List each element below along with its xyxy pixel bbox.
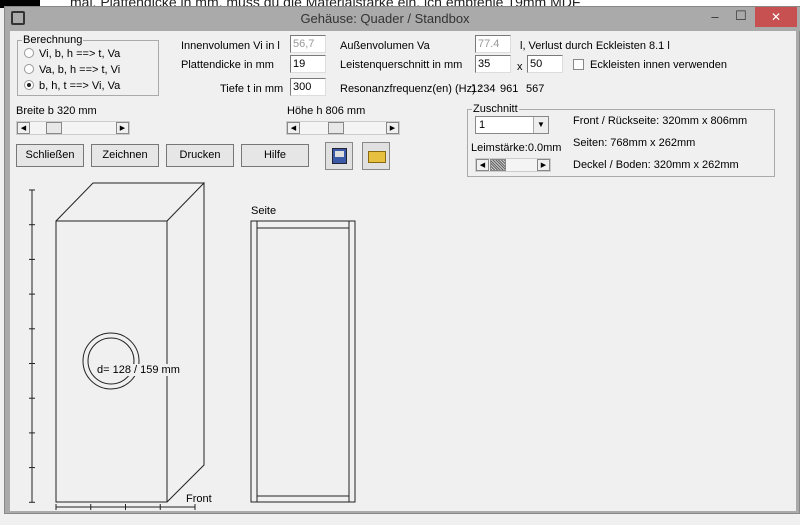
floppy-disk-icon	[332, 148, 347, 164]
front-rueck-dims: Front / Rückseite: 320mm x 806mm	[573, 115, 748, 127]
scroll-right-icon[interactable]: ▶	[116, 122, 129, 134]
leimstaerke-label: Leimstärke:0.0mm	[471, 142, 562, 154]
eckleisten-label: Eckleisten innen verwenden	[590, 59, 727, 71]
open-button[interactable]	[362, 142, 390, 170]
folder-open-icon	[368, 151, 386, 163]
zeichnen-button[interactable]: Zeichnen	[91, 144, 159, 167]
breite-label: Breite b 320 mm	[16, 105, 97, 117]
schliessen-button[interactable]: Schließen	[16, 144, 84, 167]
resonanz-1: 1234	[471, 83, 496, 95]
eckleisten-checkbox[interactable]	[573, 59, 584, 70]
resonanz-label: Resonanzfrequenz(en) (Hz) :	[340, 83, 482, 95]
tiefe-label: Tiefe t in mm	[220, 83, 284, 95]
hilfe-button[interactable]: Hilfe	[241, 144, 309, 167]
minimize-button[interactable]: –	[705, 9, 725, 24]
client-area: Berechnung Vi, b, h ==> t, Va Va, b, h =…	[10, 31, 796, 511]
hoehe-slider[interactable]: ◀ ▶	[286, 121, 400, 135]
seiten-dims: Seiten: 768mm x 262mm	[573, 137, 696, 149]
aussenvolumen-input[interactable]	[475, 35, 511, 53]
times-label: x	[517, 61, 523, 73]
front-label: Front	[186, 493, 212, 505]
radio-va-b-h[interactable]: Va, b, h ==> t, Vi	[24, 64, 120, 76]
resonanz-2: 961	[500, 83, 519, 95]
zuschnitt-select[interactable]: 1 ▼	[475, 116, 549, 134]
aussenvolumen-label: Außenvolumen Va	[340, 40, 430, 52]
radio-vi-b-h[interactable]: Vi, b, h ==> t, Va	[24, 48, 120, 60]
leiste-a-input[interactable]	[475, 55, 511, 73]
hoehe-label: Höhe h 806 mm	[287, 105, 366, 117]
leimstaerke-slider[interactable]: ◀ ▶	[475, 158, 551, 172]
deckel-boden-dims: Deckel / Boden: 320mm x 262mm	[573, 159, 739, 171]
save-button[interactable]	[325, 142, 353, 170]
scroll-left-icon[interactable]: ◀	[287, 122, 300, 134]
scroll-left-icon[interactable]: ◀	[476, 159, 489, 171]
breite-slider-thumb[interactable]	[46, 122, 62, 134]
leiste-b-input[interactable]	[527, 55, 563, 73]
hoehe-slider-thumb[interactable]	[328, 122, 344, 134]
tiefe-input[interactable]	[290, 78, 326, 96]
maximize-button[interactable]: ☐	[731, 8, 751, 24]
app-window: Gehäuse: Quader / Standbox – ☐ ✕ Berechn…	[4, 6, 800, 514]
side-label: Seite	[251, 205, 277, 217]
driver-diameter-label: d= 128 / 159 mm	[97, 364, 180, 376]
plattendicke-label: Plattendicke in mm	[181, 59, 274, 71]
leisten-label: Leistenquerschnitt in mm	[340, 59, 463, 71]
close-window-button[interactable]: ✕	[755, 7, 797, 27]
innenvolumen-input[interactable]	[290, 35, 326, 53]
chevron-down-icon[interactable]: ▼	[533, 117, 548, 133]
innenvolumen-label: Innenvolumen Vi in l	[181, 40, 280, 52]
drucken-button[interactable]: Drucken	[166, 144, 234, 167]
plattendicke-input[interactable]	[290, 55, 326, 73]
radio-b-h-t[interactable]: b, h, t ==> Vi, Va	[24, 80, 120, 92]
window-title: Gehäuse: Quader / Standbox	[300, 11, 470, 26]
resonanz-3: 567	[526, 83, 545, 95]
scroll-right-icon[interactable]: ▶	[386, 122, 399, 134]
scroll-right-icon[interactable]: ▶	[537, 159, 550, 171]
verlust-text: l, Verlust durch Eckleisten 8.1 l	[520, 40, 670, 52]
zuschnitt-legend: Zuschnitt	[473, 103, 518, 115]
scroll-left-icon[interactable]: ◀	[17, 122, 30, 134]
leimstaerke-thumb[interactable]	[490, 159, 506, 171]
title-bar: Gehäuse: Quader / Standbox – ☐ ✕	[5, 7, 800, 31]
berechnung-legend: Berechnung	[23, 34, 83, 46]
breite-slider[interactable]: ◀ ▶	[16, 121, 130, 135]
